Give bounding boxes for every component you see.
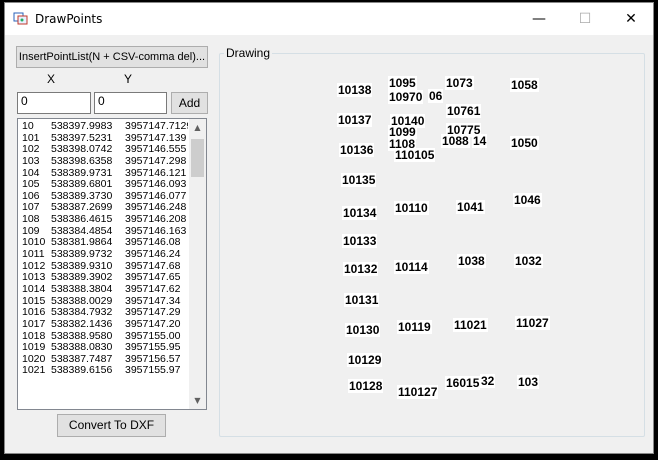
point-label: 11027 (515, 316, 550, 330)
point-label: 1041 (456, 200, 485, 214)
point-label: 10119 (397, 320, 432, 334)
drawing-group (219, 53, 645, 437)
point-label: 14 (472, 134, 488, 148)
point-label: 10135 (341, 173, 377, 187)
convert-to-dxf-button[interactable]: Convert To DXF (57, 414, 166, 437)
point-label: 110105 (394, 148, 436, 162)
point-label: 10136 (339, 143, 375, 157)
point-label: 11021 (453, 318, 488, 332)
list-item[interactable]: 1017 538382.1436 3957147.20 (22, 317, 188, 331)
x-label: X (47, 72, 56, 86)
point-label: 10761 (446, 104, 482, 118)
app-icon (13, 12, 28, 25)
point-id: 1011 (22, 248, 45, 261)
point-label: 10129 (347, 353, 383, 367)
insert-point-list-button[interactable]: InsertPointList(N + CSV-comma del)... (16, 46, 208, 68)
point-label: 32 (480, 374, 496, 388)
add-button[interactable]: Add (171, 92, 208, 114)
point-label: 10138 (337, 83, 373, 97)
point-label: 06 (428, 89, 444, 103)
point-list-rows: 10 538397.9983 3957147.7129 101 538397.5231 3… (22, 121, 188, 407)
drawing-group-label: Drawing (224, 46, 273, 60)
point-id: 1017 (22, 317, 46, 330)
y-label: Y (124, 72, 133, 86)
scroll-up-arrow-icon[interactable]: ▲ (189, 119, 206, 136)
point-list[interactable]: 10 538397.9983 3957147.7129 101 538397.5231 3… (17, 118, 207, 410)
point-id: 1021 (22, 364, 46, 377)
scroll-down-arrow-icon[interactable]: ▼ (189, 392, 206, 409)
title-bar[interactable]: DrawPoints — ☐ ✕ (5, 3, 653, 35)
point-y: 3957147.298 (125, 154, 187, 167)
point-label: 103 (517, 375, 540, 389)
point-x: 538389.9732 (51, 248, 113, 261)
point-y: 3957146.24 (125, 248, 181, 261)
point-id: 1014 (22, 282, 46, 295)
point-label: 10114 (394, 260, 429, 274)
point-label: 10134 (342, 206, 378, 220)
list-item[interactable]: 10 538397.9983 3957147.7129 (22, 121, 188, 133)
point-label: 1095 (388, 76, 417, 90)
app-window: DrawPoints — ☐ ✕ InsertPointList(N + CSV… (4, 2, 654, 454)
point-label: 1073 (445, 76, 474, 90)
point-label: 10970 (388, 90, 424, 104)
point-x: 538397.9983 (51, 121, 113, 132)
minimize-button[interactable]: — (516, 3, 562, 35)
x-input[interactable]: 0 (17, 92, 91, 114)
close-button[interactable]: ✕ (608, 3, 654, 35)
point-y: 3957155.97 (125, 364, 181, 377)
list-item[interactable]: 103 538398.6358 3957147.298 (22, 154, 188, 168)
list-item[interactable]: 1021 538389.6156 3957155.97 (22, 365, 188, 377)
point-label: 1032 (514, 254, 543, 268)
point-label: 110127 (397, 385, 439, 399)
point-label: 16015 (445, 376, 481, 390)
point-id: 10 (22, 121, 34, 132)
point-label: 1046 (513, 193, 542, 207)
scroll-thumb[interactable] (191, 139, 204, 177)
point-label: 10110 (394, 201, 429, 215)
point-id: 103 (22, 154, 40, 167)
point-label: 10131 (344, 293, 380, 307)
point-x: 538398.6358 (51, 154, 113, 167)
point-label: 1050 (510, 136, 539, 150)
point-label: 10130 (345, 323, 381, 337)
window-title: DrawPoints (35, 12, 103, 26)
point-y: 3957147.62 (125, 282, 181, 295)
list-item[interactable]: 1011 538389.9732 3957146.24 (22, 248, 188, 261)
point-x: 538388.3804 (51, 282, 113, 295)
point-y: 3957147.7129 (125, 121, 188, 132)
point-label: 1088 (441, 134, 470, 148)
list-item[interactable]: 1014 538388.3804 3957147.62 (22, 282, 188, 296)
y-input[interactable]: 0 (94, 92, 167, 114)
point-label: 10128 (348, 379, 384, 393)
list-scrollbar[interactable]: ▲ ▼ (189, 119, 206, 409)
point-label: 1058 (510, 78, 539, 92)
point-x: 538382.1436 (51, 317, 113, 330)
point-label: 1038 (457, 254, 486, 268)
point-label: 10133 (342, 234, 378, 248)
point-x: 538389.6156 (51, 364, 113, 377)
point-label: 10132 (343, 262, 379, 276)
point-y: 3957147.20 (125, 317, 181, 330)
point-label: 10137 (337, 113, 373, 127)
maximize-button[interactable]: ☐ (562, 3, 608, 35)
